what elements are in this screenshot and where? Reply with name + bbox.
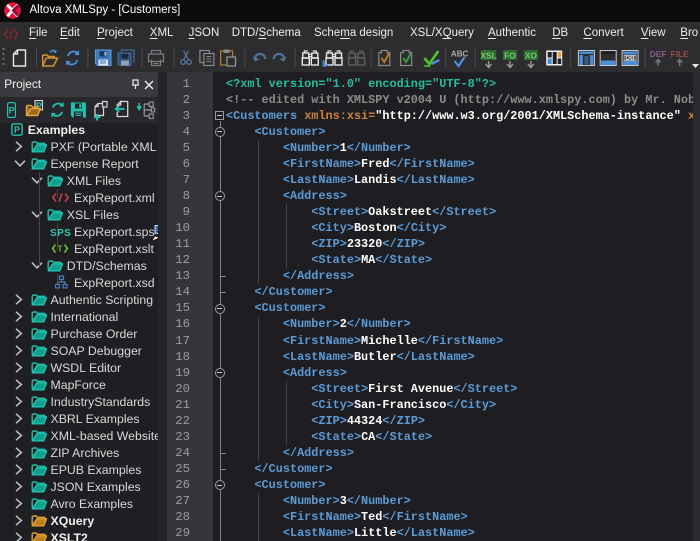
svg-text:DB: DB bbox=[625, 55, 635, 62]
svg-text:XSL: XSL bbox=[480, 50, 497, 60]
svg-text:P: P bbox=[14, 125, 20, 135]
svg-text:DEF: DEF bbox=[650, 49, 667, 59]
svg-text:ABC: ABC bbox=[451, 50, 469, 59]
svg-text:FO: FO bbox=[504, 50, 516, 60]
svg-text:P: P bbox=[9, 106, 15, 116]
svg-text:FILE: FILE bbox=[670, 49, 689, 59]
svg-text:T: T bbox=[57, 245, 62, 254]
svg-text:SPS: SPS bbox=[50, 228, 71, 238]
svg-text:XO: XO bbox=[525, 50, 538, 60]
